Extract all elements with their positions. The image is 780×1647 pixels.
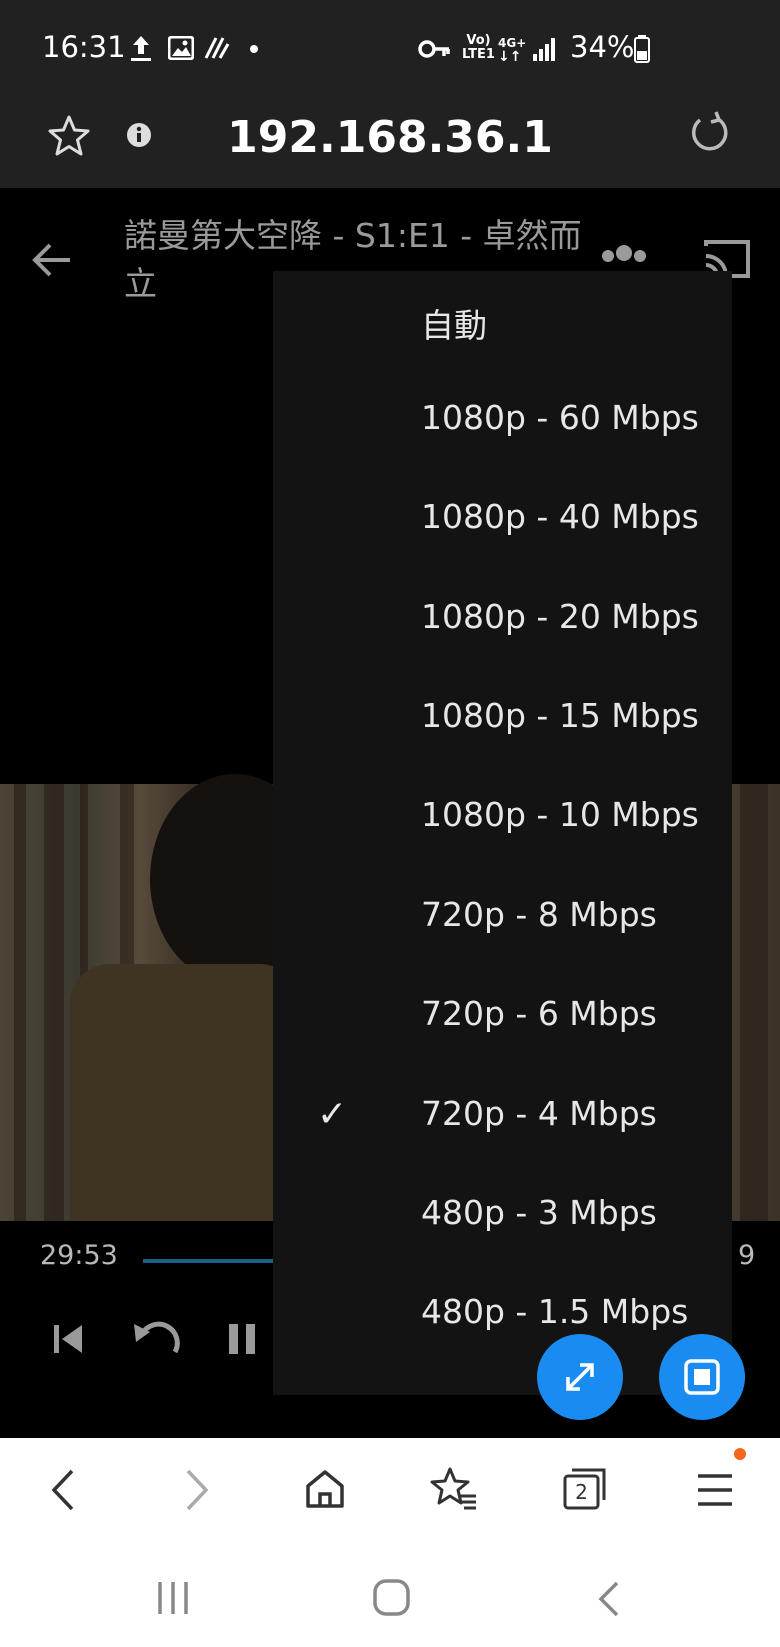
back-icon[interactable]: [48, 1468, 78, 1512]
quality-option[interactable]: 720p - 8 Mbps: [273, 867, 732, 966]
quality-option[interactable]: 480p - 3 Mbps: [273, 1165, 732, 1264]
quality-option[interactable]: 1080p - 60 Mbps: [273, 370, 732, 469]
expand-video-button[interactable]: [537, 1334, 623, 1420]
reload-icon[interactable]: [688, 110, 732, 154]
notification-dot: [734, 1448, 746, 1460]
quality-option[interactable]: 1080p - 20 Mbps: [273, 569, 732, 668]
data-label: 4G+: [498, 36, 527, 50]
status-bar: 16:31 Vo) LTE1 4G+ ↓↑ 34%: [0, 0, 780, 100]
signal-icon: [533, 38, 555, 61]
expand-icon: [566, 1363, 594, 1391]
battery-percent: 34%: [570, 30, 635, 64]
more-notifications-dot: [250, 45, 258, 53]
pause-icon[interactable]: [226, 1322, 258, 1356]
data-arrows-icon: ↓↑: [498, 49, 522, 65]
seek-bar[interactable]: [143, 1259, 273, 1263]
bookmarks-icon[interactable]: [430, 1466, 478, 1512]
quality-option-label: 1080p - 40 Mbps: [421, 497, 699, 536]
vpn-key-icon: [418, 40, 450, 58]
system-navigation-bar: [0, 1548, 780, 1647]
quality-option[interactable]: 720p - 6 Mbps: [273, 966, 732, 1065]
battery-icon: [634, 35, 650, 63]
quality-option-selected[interactable]: ✓ 720p - 4 Mbps: [273, 1066, 732, 1165]
quality-option-label: 720p - 8 Mbps: [421, 895, 657, 934]
volte-label: Vo): [466, 33, 491, 48]
lte-label: LTE1: [462, 47, 495, 62]
volte-indicator: Vo) LTE1: [462, 34, 495, 62]
quality-option-label: 480p - 3 Mbps: [421, 1193, 657, 1232]
quality-option-label: 480p - 1.5 Mbps: [421, 1292, 689, 1331]
back-arrow-icon[interactable]: [30, 240, 74, 280]
quality-option[interactable]: 1080p - 10 Mbps: [273, 767, 732, 866]
quality-option-label: 1080p - 60 Mbps: [421, 398, 699, 437]
quality-option-label: 1080p - 15 Mbps: [421, 696, 699, 735]
syncplay-group-icon[interactable]: [596, 244, 652, 274]
popup-player-button[interactable]: [659, 1334, 745, 1420]
menu-icon[interactable]: [696, 1472, 736, 1508]
home-button-icon[interactable]: [372, 1578, 412, 1618]
quality-option-label: 720p - 6 Mbps: [421, 994, 657, 1033]
quality-menu: 自動 1080p - 60 Mbps 1080p - 40 Mbps 1080p…: [273, 271, 732, 1395]
address-bar: 192.168.36.1: [0, 100, 780, 188]
status-time: 16:31: [42, 30, 126, 64]
browser-navigation-bar: 2: [0, 1438, 780, 1548]
system-back-icon[interactable]: [596, 1580, 622, 1618]
rewind-icon[interactable]: [130, 1320, 180, 1356]
previous-track-icon[interactable]: [52, 1323, 84, 1355]
check-icon: ✓: [317, 1094, 348, 1135]
home-icon[interactable]: [304, 1468, 346, 1510]
quality-option-label: 自動: [421, 306, 487, 345]
quality-option[interactable]: 1080p - 40 Mbps: [273, 469, 732, 568]
total-time: 9: [738, 1240, 756, 1271]
quality-option-label: 1080p - 20 Mbps: [421, 597, 699, 636]
data-saver-icon: [204, 37, 230, 59]
quality-option-label: 720p - 4 Mbps: [421, 1094, 657, 1133]
url-text[interactable]: 192.168.36.1: [0, 112, 780, 163]
data-indicator: 4G+ ↓↑: [498, 36, 526, 64]
tabs-icon[interactable]: 2: [562, 1466, 608, 1512]
quality-option-label: 1080p - 10 Mbps: [421, 795, 699, 834]
current-time: 29:53: [40, 1240, 118, 1271]
upload-icon: [131, 36, 151, 61]
quality-option[interactable]: 480p - 1.5 Mbps: [273, 1264, 732, 1363]
recent-apps-icon[interactable]: [156, 1580, 190, 1616]
popup-window-icon: [684, 1359, 720, 1395]
quality-option[interactable]: 1080p - 15 Mbps: [273, 668, 732, 767]
forward-icon[interactable]: [182, 1468, 212, 1512]
gallery-icon: [168, 36, 194, 60]
quality-option[interactable]: 自動: [273, 271, 732, 370]
tab-count: 2: [575, 1480, 588, 1504]
